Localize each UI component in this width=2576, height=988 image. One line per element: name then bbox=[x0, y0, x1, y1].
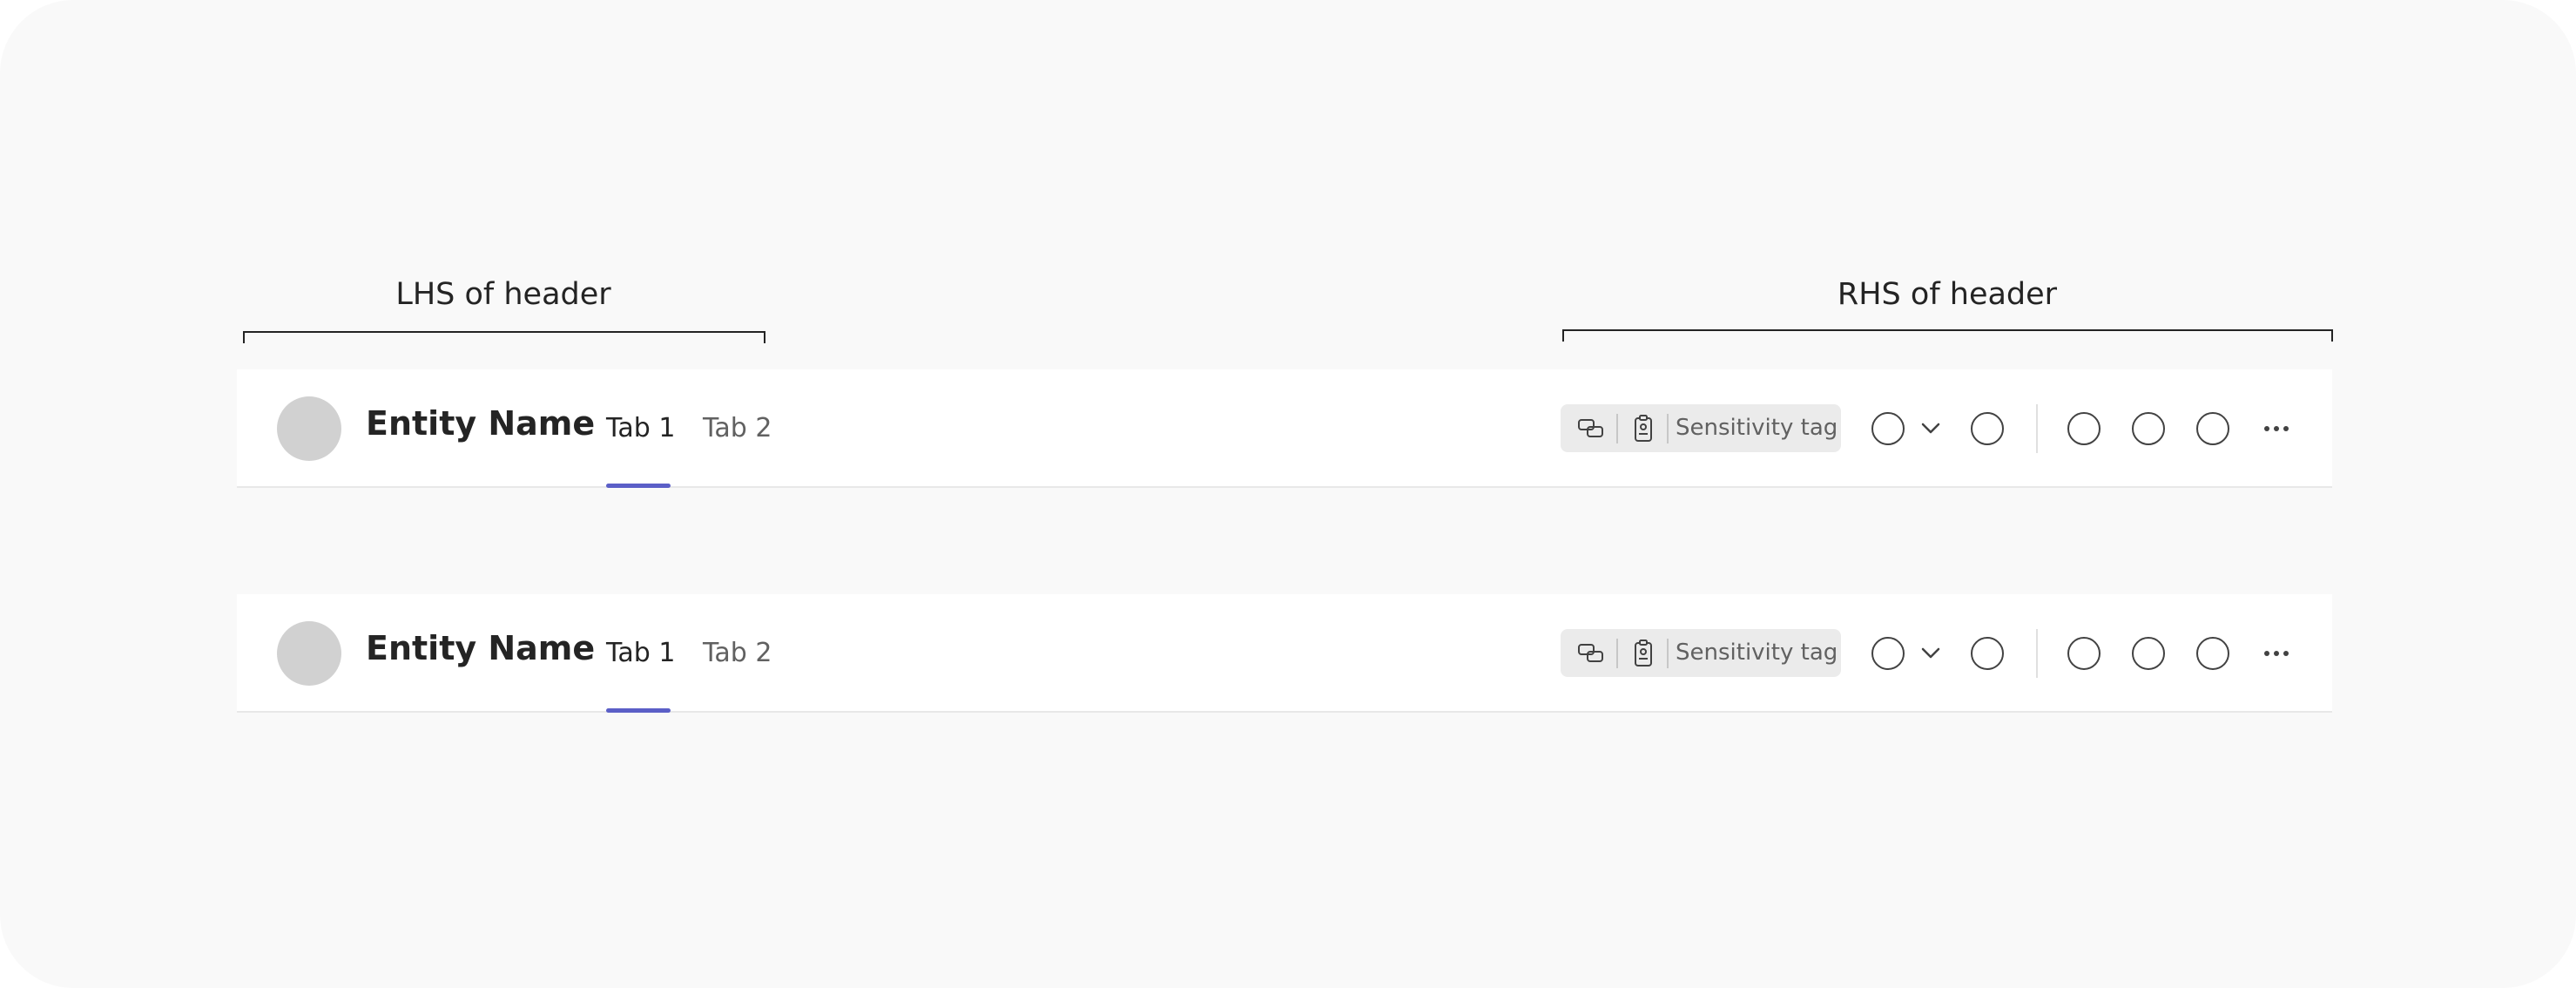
action-button-5[interactable] bbox=[2196, 637, 2229, 670]
sensitivity-tag[interactable]: Sensitivity tag bbox=[1561, 629, 1841, 677]
rhs-annotation-bracket bbox=[1562, 329, 2333, 342]
chevron-down-icon[interactable] bbox=[1920, 419, 1941, 438]
tag-divider bbox=[1616, 414, 1618, 443]
action-button-5[interactable] bbox=[2196, 412, 2229, 445]
active-tab-indicator bbox=[606, 708, 671, 713]
action-button-4[interactable] bbox=[2132, 637, 2165, 670]
entity-name: Entity Name bbox=[366, 404, 596, 443]
avatar[interactable] bbox=[277, 396, 341, 461]
rhs-annotation-label: RHS of header bbox=[1837, 277, 2058, 312]
sensitivity-tag-label: Sensitivity tag bbox=[1676, 639, 1838, 666]
more-horizontal-icon[interactable] bbox=[2262, 643, 2290, 664]
more-horizontal-icon[interactable] bbox=[2262, 418, 2290, 439]
tag-divider bbox=[1667, 639, 1669, 668]
tab-1[interactable]: Tab 1 bbox=[606, 413, 675, 443]
tag-divider bbox=[1667, 414, 1669, 443]
clipboard-badge-icon bbox=[1635, 639, 1652, 667]
avatar[interactable] bbox=[277, 621, 341, 686]
tab-2[interactable]: Tab 2 bbox=[703, 413, 772, 443]
active-tab-indicator bbox=[606, 484, 671, 488]
entity-header: Entity Name Tab 1 Tab 2 Sensitivity tag bbox=[237, 369, 2332, 488]
clipboard-badge-icon bbox=[1635, 415, 1652, 442]
tab-2[interactable]: Tab 2 bbox=[703, 638, 772, 668]
entity-name: Entity Name bbox=[366, 629, 596, 667]
link-share-icon bbox=[1578, 419, 1603, 437]
action-button-3[interactable] bbox=[2067, 637, 2101, 670]
sensitivity-tag-label: Sensitivity tag bbox=[1676, 415, 1838, 441]
toolbar-divider bbox=[2036, 404, 2038, 453]
sensitivity-tag[interactable]: Sensitivity tag bbox=[1561, 404, 1841, 452]
action-button-2[interactable] bbox=[1971, 412, 2004, 445]
chevron-down-icon[interactable] bbox=[1920, 644, 1941, 663]
lhs-annotation-label: LHS of header bbox=[395, 277, 611, 312]
action-button-4[interactable] bbox=[2132, 412, 2165, 445]
toolbar-divider bbox=[2036, 629, 2038, 678]
action-button-2[interactable] bbox=[1971, 637, 2004, 670]
action-button-1[interactable] bbox=[1871, 412, 1905, 445]
action-button-1[interactable] bbox=[1871, 637, 1905, 670]
action-button-3[interactable] bbox=[2067, 412, 2101, 445]
tag-divider bbox=[1616, 639, 1618, 668]
lhs-annotation-bracket bbox=[243, 331, 765, 343]
tab-1[interactable]: Tab 1 bbox=[606, 638, 675, 668]
entity-header: Entity Name Tab 1 Tab 2 Sensitivity tag bbox=[237, 594, 2332, 713]
canvas: LHS of header RHS of header Entity Name … bbox=[0, 0, 2576, 988]
link-share-icon bbox=[1578, 644, 1603, 662]
